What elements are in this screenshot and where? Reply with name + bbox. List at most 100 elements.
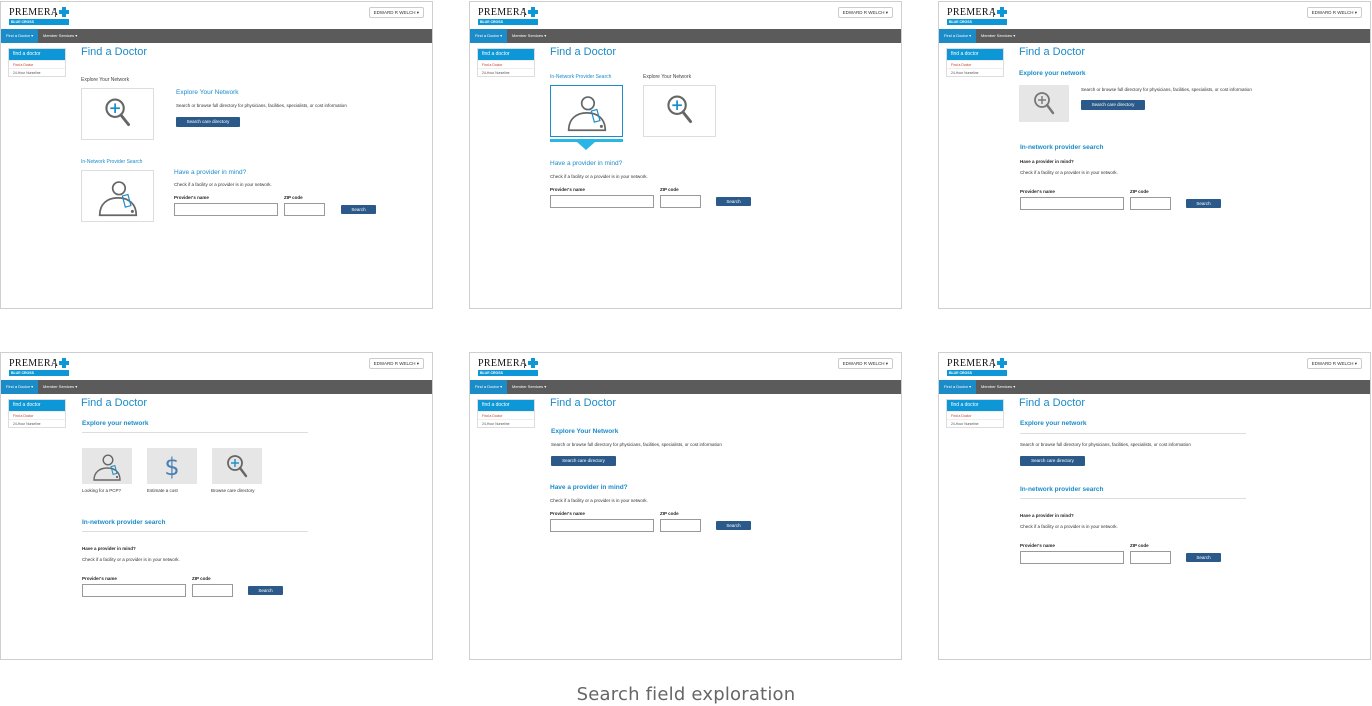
sidebar-subitem-nurseline[interactable]: 24-Hour Nurseline [9, 419, 65, 427]
site-header: PREMERA BLUE CROSS EDWARD R WELCH ▾ [1, 2, 432, 29]
search-care-directory-button[interactable]: Search care directory [1020, 456, 1085, 466]
explore-tile[interactable] [643, 85, 716, 137]
sidebar-item-find-doctor[interactable]: find a doctor [9, 400, 65, 411]
user-menu-button[interactable]: EDWARD R WELCH ▾ [837, 358, 893, 369]
user-menu-button[interactable]: EDWARD R WELCH ▾ [837, 7, 893, 18]
search-button[interactable]: Search [1186, 553, 1221, 562]
doctor-icon [567, 96, 607, 132]
doctor-icon [93, 454, 121, 481]
sidebar-subitem-find-doctor[interactable]: Find a Doctor [947, 411, 1003, 419]
nav-find-doctor[interactable]: Find a Doctor ▾ [470, 29, 507, 43]
magnifier-icon [105, 98, 130, 127]
sidebar-item-find-doctor[interactable]: find a doctor [947, 49, 1003, 60]
pcp-tile[interactable] [82, 448, 132, 484]
provider-name-input[interactable] [82, 584, 186, 597]
premera-logo[interactable]: PREMERA BLUE CROSS [947, 358, 1009, 376]
zip-code-label: ZIP code [660, 187, 679, 192]
premera-logo[interactable]: PREMERA BLUE CROSS [478, 7, 540, 25]
provider-name-input[interactable] [1020, 197, 1124, 210]
search-button[interactable]: Search [248, 586, 283, 595]
innetwork-tile[interactable] [81, 170, 154, 222]
nav-find-doctor[interactable]: Find a Doctor ▾ [470, 380, 507, 394]
sidebar-subitem-nurseline[interactable]: 24-Hour Nurseline [947, 68, 1003, 76]
sidebar-item-find-doctor[interactable]: find a doctor [478, 400, 534, 411]
figure-caption: Search field exploration [576, 684, 796, 705]
browse-directory-tile[interactable] [212, 448, 262, 484]
mockup-frame-6: PREMERA BLUE CROSS EDWARD R WELCH ▾ Find… [938, 352, 1371, 660]
user-menu-button[interactable]: EDWARD R WELCH ▾ [368, 7, 424, 18]
cross-icon [528, 358, 538, 368]
zip-code-input[interactable] [660, 519, 701, 532]
premera-logo[interactable]: PREMERA BLUE CROSS [9, 7, 71, 25]
zip-code-label: ZIP code [660, 511, 679, 516]
sidebar-item-find-doctor[interactable]: find a doctor [947, 400, 1003, 411]
search-care-directory-button[interactable]: Search care directory [176, 117, 240, 127]
sidebar-subitem-nurseline[interactable]: 24-Hour Nurseline [9, 68, 65, 76]
user-menu-button[interactable]: EDWARD R WELCH ▾ [368, 358, 424, 369]
zip-code-input[interactable] [192, 584, 233, 597]
search-button[interactable]: Search [341, 205, 376, 214]
sidebar-subitem-find-doctor[interactable]: Find a Doctor [9, 60, 65, 68]
explore-label: Explore Your Network [81, 77, 130, 83]
provider-name-input[interactable] [174, 203, 278, 216]
check-description: Check if a facility or a provider is in … [1020, 524, 1118, 529]
nav-find-doctor[interactable]: Find a Doctor ▾ [1, 380, 38, 394]
user-menu-button[interactable]: EDWARD R WELCH ▾ [1306, 358, 1362, 369]
zip-code-input[interactable] [660, 195, 701, 208]
nav-member-services[interactable]: Member Services ▾ [976, 380, 1020, 394]
page-title: Find a Doctor [550, 397, 617, 409]
sidebar-item-find-doctor[interactable]: find a doctor [478, 49, 534, 60]
search-care-directory-button[interactable]: Search care directory [1081, 100, 1145, 110]
search-care-directory-button[interactable]: Search care directory [551, 456, 616, 466]
nav-find-doctor[interactable]: Find a Doctor ▾ [939, 380, 976, 394]
sidebar-subitem-find-doctor[interactable]: Find a Doctor [9, 411, 65, 419]
nav-find-doctor[interactable]: Find a Doctor ▾ [1, 29, 38, 43]
browse-description: Search or browse full directory for phys… [176, 103, 347, 108]
sidebar-subitem-nurseline[interactable]: 24-Hour Nurseline [478, 68, 534, 76]
nav-member-services[interactable]: Member Services ▾ [976, 29, 1020, 43]
provider-name-label: Provider's name [1020, 543, 1055, 548]
zip-code-input[interactable] [284, 203, 325, 216]
premera-logo[interactable]: PREMERA BLUE CROSS [478, 358, 540, 376]
search-button[interactable]: Search [716, 521, 751, 530]
estimate-cost-tile[interactable]: $ [147, 448, 197, 484]
main-nav: Find a Doctor ▾ Member Services ▾ [1, 380, 432, 394]
nav-member-services[interactable]: Member Services ▾ [507, 380, 551, 394]
provider-name-input[interactable] [550, 519, 654, 532]
zip-code-input[interactable] [1130, 197, 1171, 210]
premera-logo[interactable]: PREMERA BLUE CROSS [9, 358, 71, 376]
sidebar-subitem-nurseline[interactable]: 24-Hour Nurseline [947, 419, 1003, 427]
provider-name-label: Provider's name [550, 511, 585, 516]
sidebar-subitem-nurseline[interactable]: 24-Hour Nurseline [478, 419, 534, 427]
search-button[interactable]: Search [1186, 199, 1221, 208]
have-provider-heading: Have a provider in mind? [174, 169, 247, 176]
innetwork-label: In-Network Provider Search [550, 74, 612, 80]
nav-member-services[interactable]: Member Services ▾ [507, 29, 551, 43]
estimate-cost-label[interactable]: Estimate a cost [147, 488, 178, 493]
explore-tile[interactable] [81, 88, 154, 140]
search-button[interactable]: Search [716, 197, 751, 206]
have-provider-heading: Have a provider in mind? [1020, 159, 1074, 164]
cross-icon [997, 7, 1007, 17]
innetwork-tile-selected[interactable] [550, 85, 623, 137]
explore-heading: Explore Your Network [551, 428, 619, 435]
sidebar-subitem-find-doctor[interactable]: Find a Doctor [478, 411, 534, 419]
nav-find-doctor[interactable]: Find a Doctor ▾ [939, 29, 976, 43]
premera-logo[interactable]: PREMERA BLUE CROSS [947, 7, 1009, 25]
explore-tile[interactable] [1019, 85, 1069, 122]
provider-name-input[interactable] [1020, 551, 1124, 564]
check-description: Check if a facility or a provider is in … [174, 182, 272, 187]
provider-name-input[interactable] [550, 195, 654, 208]
magnifier-icon [667, 95, 693, 124]
pcp-tile-label[interactable]: Looking for a PCP? [82, 488, 121, 493]
browse-directory-label[interactable]: Browse care directory [211, 488, 255, 493]
user-menu-button[interactable]: EDWARD R WELCH ▾ [1306, 7, 1362, 18]
site-header: PREMERA BLUE CROSS EDWARD R WELCH ▾ [470, 2, 901, 29]
sidebar-subitem-find-doctor[interactable]: Find a Doctor [947, 60, 1003, 68]
nav-member-services[interactable]: Member Services ▾ [38, 380, 82, 394]
zip-code-input[interactable] [1130, 551, 1171, 564]
nav-member-services[interactable]: Member Services ▾ [38, 29, 82, 43]
mockup-frame-2: PREMERA BLUE CROSS EDWARD R WELCH ▾ Find… [469, 1, 902, 309]
sidebar-item-find-doctor[interactable]: find a doctor [9, 49, 65, 60]
sidebar-subitem-find-doctor[interactable]: Find a Doctor [478, 60, 534, 68]
